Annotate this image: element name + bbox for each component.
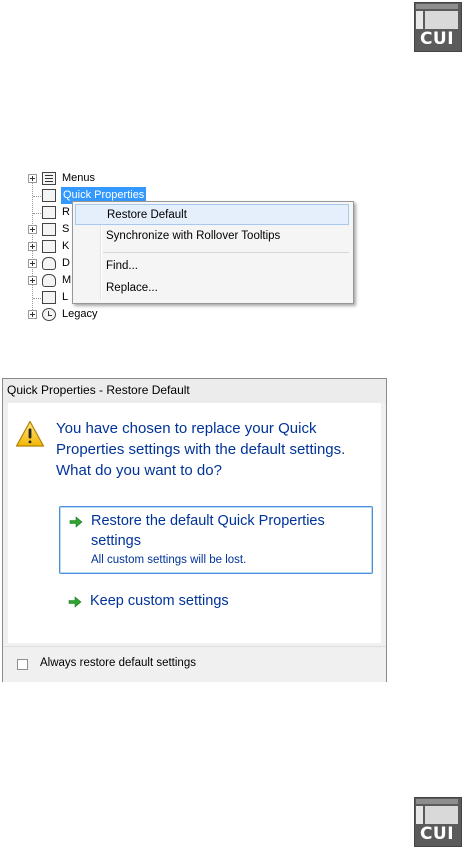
always-restore-checkbox[interactable] xyxy=(17,659,28,670)
expand-icon[interactable] xyxy=(28,174,37,183)
tree-item-label: Menus xyxy=(62,172,96,184)
tree-item-legacy[interactable]: Legacy xyxy=(24,306,124,323)
command-link-note: All custom settings will be lost. xyxy=(91,554,247,566)
always-restore-label[interactable]: Always restore default settings xyxy=(40,657,196,669)
menu-item-label: Restore Default xyxy=(107,209,187,221)
cui-badge-icon: CUI xyxy=(414,2,462,52)
dialog-footer: Always restore default settings xyxy=(3,646,386,682)
cui-badge-label: CUI xyxy=(419,29,455,49)
expand-icon[interactable] xyxy=(28,276,37,285)
tree-item-menus[interactable]: Menus xyxy=(24,170,144,187)
keyboard-icon xyxy=(42,240,56,253)
tree-item-label: S xyxy=(62,223,70,235)
tree-item-label: K xyxy=(62,240,70,252)
restore-default-dialog: Quick Properties - Restore Default You h… xyxy=(2,378,387,682)
double-click-icon xyxy=(42,257,56,270)
menu-item-replace[interactable]: Replace... xyxy=(75,278,349,299)
dialog-content: You have chosen to replace your Quick Pr… xyxy=(8,403,381,643)
menu-item-restore-default[interactable]: Restore Default xyxy=(75,204,349,225)
menu-item-find[interactable]: Find... xyxy=(75,256,349,277)
expand-icon[interactable] xyxy=(28,259,37,268)
context-menu: Restore Default Synchronize with Rollove… xyxy=(72,201,354,304)
expand-icon[interactable] xyxy=(28,310,37,319)
expand-icon[interactable] xyxy=(28,242,37,251)
menu-item-label: Find... xyxy=(106,260,138,272)
warning-icon xyxy=(15,420,45,447)
tree-item-label: Legacy xyxy=(62,308,98,320)
rollover-icon xyxy=(42,206,56,219)
tree-item-label: M xyxy=(62,274,72,286)
lisp-icon xyxy=(42,291,56,304)
green-arrow-icon xyxy=(68,596,82,608)
cui-badge-label: CUI xyxy=(419,824,455,844)
keep-custom-settings-command-link[interactable]: Keep custom settings xyxy=(59,587,373,617)
menu-separator xyxy=(103,252,349,253)
menu-icon xyxy=(42,172,56,185)
shortcut-icon xyxy=(42,223,56,236)
expand-icon[interactable] xyxy=(28,225,37,234)
command-link-title: Keep custom settings xyxy=(90,593,229,609)
menu-item-label: Synchronize with Rollover Tooltips xyxy=(106,230,281,242)
main-instruction: You have chosen to replace your Quick Pr… xyxy=(56,420,346,479)
tree-item-label: R xyxy=(62,206,70,218)
dialog-title: Quick Properties - Restore Default xyxy=(3,379,386,403)
menu-item-synchronize-tooltips[interactable]: Synchronize with Rollover Tooltips xyxy=(75,226,349,247)
restore-default-command-link[interactable]: Restore the default Quick Properties set… xyxy=(59,506,373,574)
mouse-icon xyxy=(42,274,56,287)
tree-item-label: D xyxy=(62,257,70,269)
cui-badge-icon: CUI xyxy=(414,797,462,847)
command-link-title: Restore the default Quick Properties set… xyxy=(91,513,325,549)
quick-properties-icon xyxy=(42,189,56,202)
menu-item-label: Replace... xyxy=(106,282,158,294)
tree-item-label: L xyxy=(62,291,69,303)
clock-icon xyxy=(42,308,56,321)
green-arrow-icon xyxy=(69,516,83,528)
